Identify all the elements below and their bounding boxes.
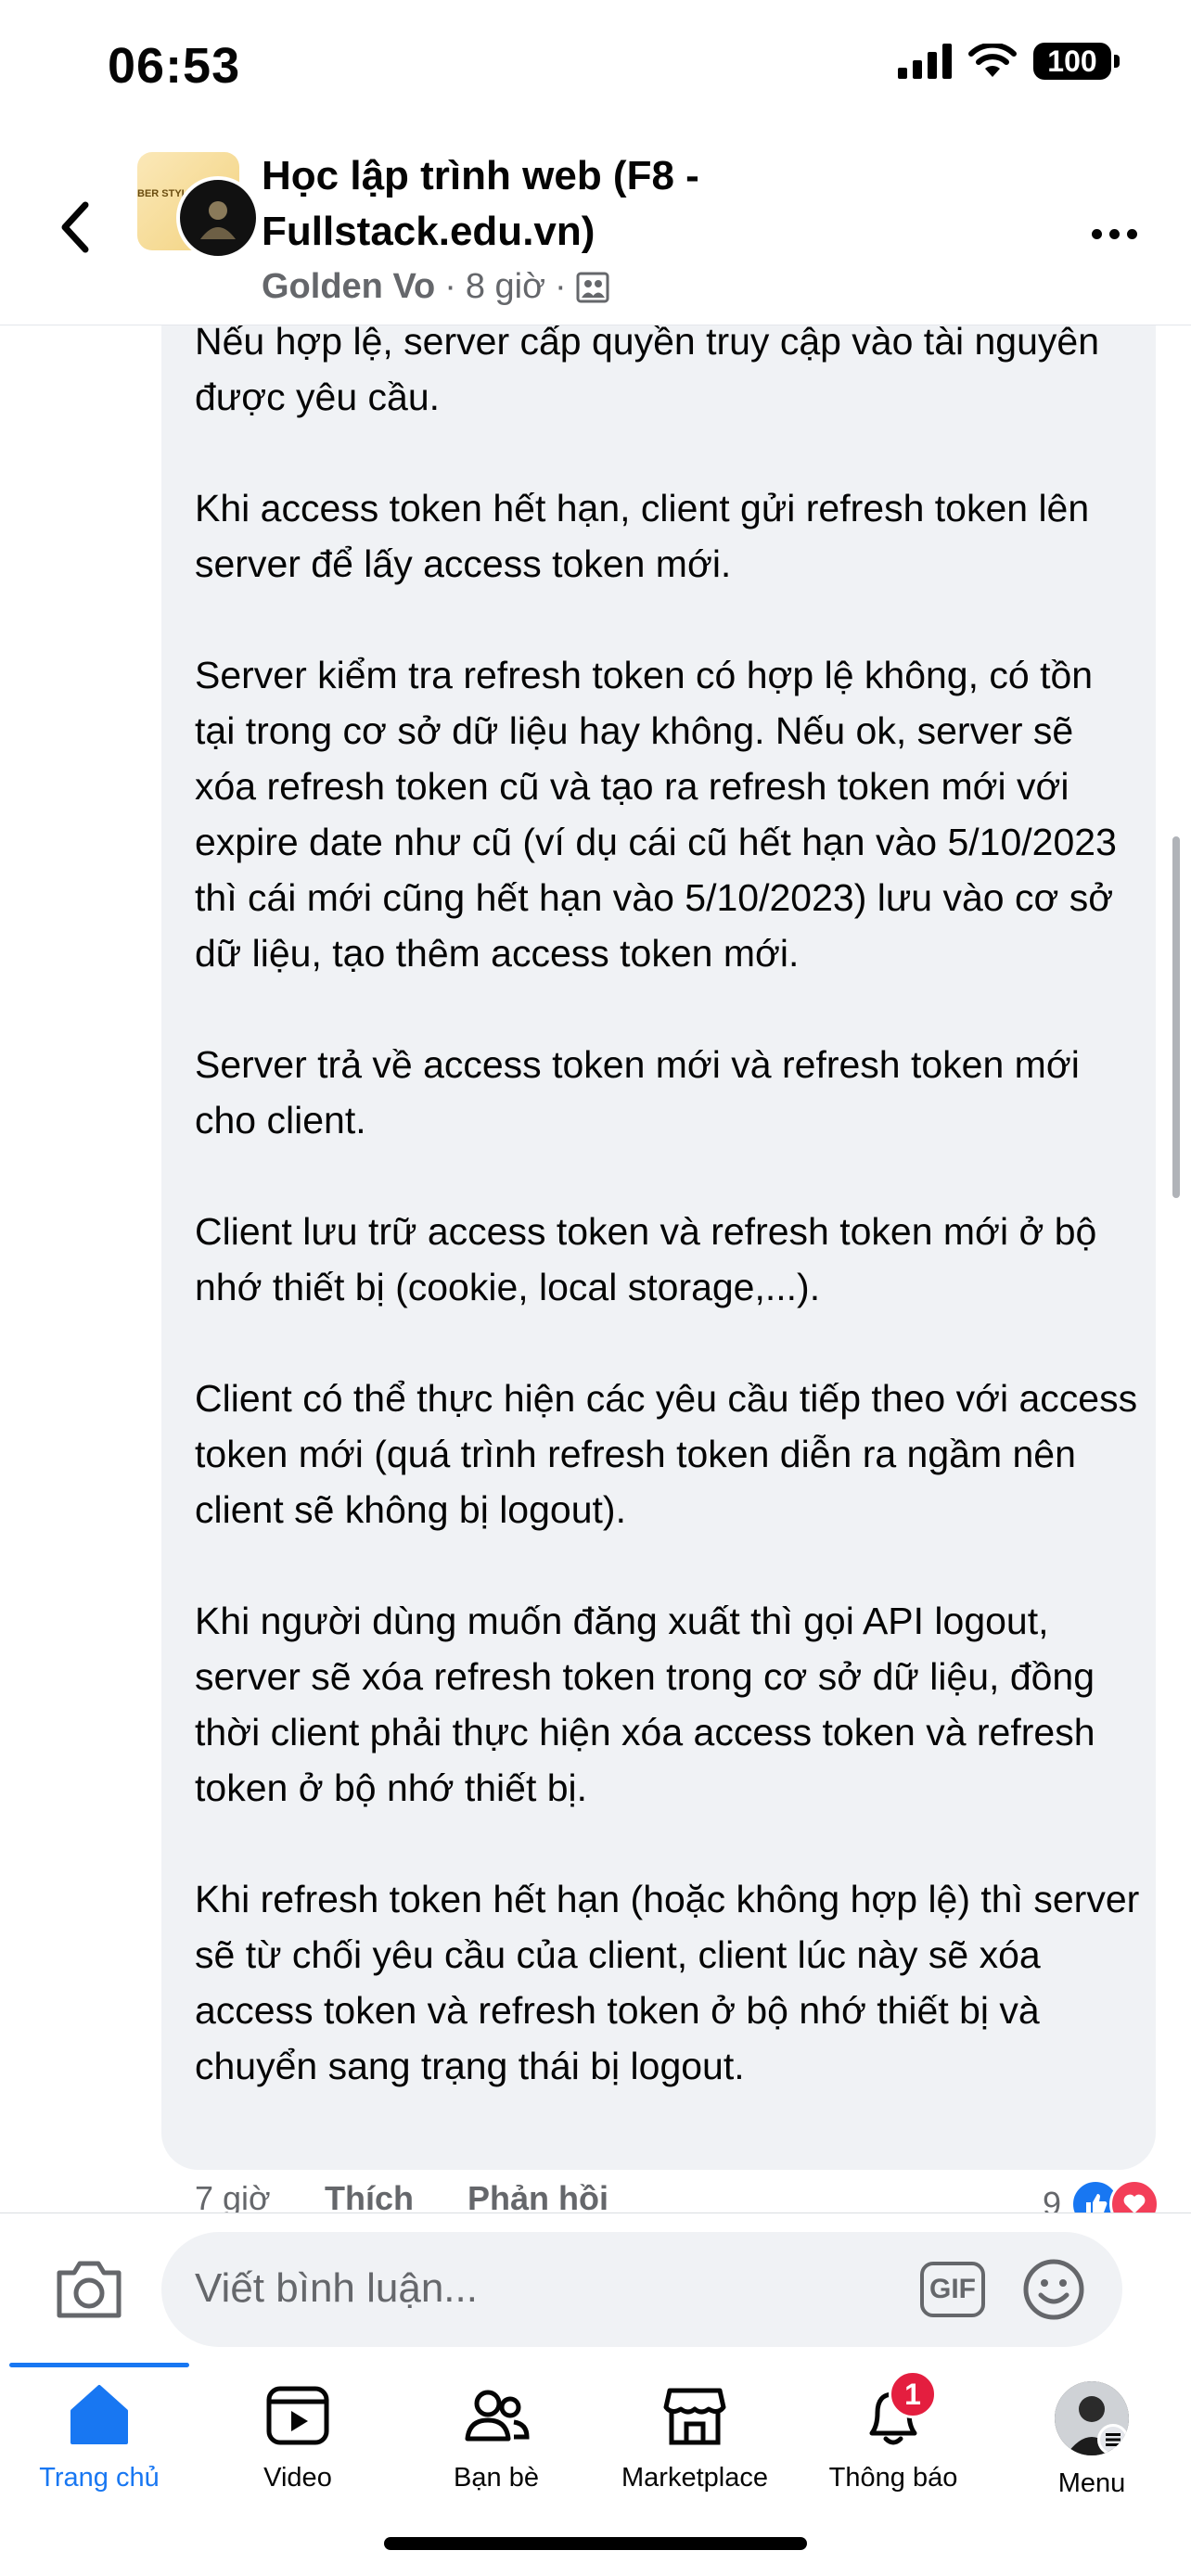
more-dot-icon — [1091, 228, 1102, 239]
group-privacy-icon — [576, 272, 609, 302]
comment-paragraph: Server trả về access token mới và refres… — [195, 1043, 1080, 1141]
status-time: 06:53 — [108, 38, 241, 94]
tab-home[interactable]: Trang chủ — [0, 2381, 198, 2511]
back-button[interactable] — [52, 195, 98, 260]
tab-label: Menu — [1057, 2468, 1126, 2498]
comment-paragraph: Khi access token hết hạn, client gửi ref… — [195, 487, 1090, 585]
notification-badge: 1 — [889, 2370, 937, 2418]
home-icon — [65, 2381, 134, 2450]
post-time[interactable]: 8 giờ — [466, 267, 545, 307]
menu-lines-icon — [1097, 2424, 1129, 2455]
comment-input-placeholder: Viết bình luận... — [195, 2265, 478, 2311]
status-bar: 06:53 100 — [0, 0, 1191, 130]
user-silhouette-icon — [200, 201, 236, 239]
tab-notifications[interactable]: 1 Thông báo — [794, 2370, 992, 2511]
tab-label: Video — [263, 2463, 332, 2493]
emoji-icon — [1023, 2259, 1084, 2320]
active-tab-indicator — [9, 2363, 189, 2367]
tab-label: Trang chủ — [39, 2463, 160, 2493]
marketplace-icon — [660, 2381, 729, 2450]
post-header: BER STYLE Học lập trình web (F8 - Fullst… — [0, 130, 1191, 325]
video-icon — [263, 2381, 332, 2450]
comment-paragraph: Khi refresh token hết hạn (hoặc không hợ… — [195, 1878, 1140, 2087]
comment-composer: Viết bình luận... GIF — [0, 2213, 1191, 2364]
comment-body: Nếu hợp lệ, server cấp quyền truy cập và… — [195, 313, 1141, 2149]
wifi-icon — [968, 44, 1017, 77]
author-name[interactable]: Golden Vo — [262, 267, 435, 307]
comment-paragraph: Nếu hợp lệ, server cấp quyền truy cập và… — [195, 320, 1100, 418]
more-dot-icon — [1108, 228, 1120, 239]
tab-marketplace[interactable]: Marketplace — [596, 2381, 794, 2511]
chevron-left-icon — [61, 201, 89, 253]
battery-icon: 100 — [1033, 43, 1120, 80]
menu-avatar — [1055, 2381, 1129, 2455]
gif-button[interactable]: GIF — [920, 2262, 985, 2317]
tab-video[interactable]: Video — [198, 2381, 397, 2511]
bottom-navigation: Trang chủ Video Bạn bè Marketplace 1 Thô… — [0, 2363, 1191, 2576]
meta-separator: · — [555, 267, 567, 306]
comment-input[interactable]: Viết bình luận... GIF — [161, 2232, 1122, 2347]
camera-icon — [57, 2261, 122, 2318]
tab-friends[interactable]: Bạn bè — [397, 2381, 596, 2511]
post-meta: Golden Vo · 8 giờ · — [262, 267, 609, 307]
emoji-button[interactable] — [1022, 2258, 1085, 2321]
comment-paragraph: Khi người dùng muốn đăng xuất thì gọi AP… — [195, 1600, 1095, 1809]
bell-icon: 1 — [859, 2370, 937, 2450]
comment-paragraph: Client có thể thực hiện các yêu cầu tiếp… — [195, 1377, 1138, 1531]
comment-paragraph: Server kiểm tra refresh token có hợp lệ … — [195, 654, 1117, 975]
more-dot-icon — [1126, 228, 1137, 239]
tab-label: Bạn bè — [454, 2463, 539, 2493]
more-options-button[interactable] — [1082, 215, 1146, 252]
tab-label: Thông báo — [828, 2463, 958, 2493]
avatar[interactable] — [176, 176, 260, 260]
tab-menu[interactable]: Menu — [992, 2381, 1191, 2511]
tab-label: Marketplace — [621, 2463, 768, 2493]
meta-separator: · — [444, 267, 456, 306]
group-name[interactable]: Học lập trình web (F8 - Fullstack.edu.vn… — [262, 148, 1022, 260]
comment-paragraph: Client lưu trữ access token và refresh t… — [195, 1210, 1097, 1308]
scrollbar-thumb[interactable] — [1172, 836, 1180, 1198]
status-icons: 100 — [898, 43, 1120, 80]
signal-icon — [898, 44, 952, 79]
camera-button[interactable] — [52, 2256, 126, 2321]
home-indicator — [384, 2537, 807, 2550]
friends-icon — [462, 2381, 531, 2450]
